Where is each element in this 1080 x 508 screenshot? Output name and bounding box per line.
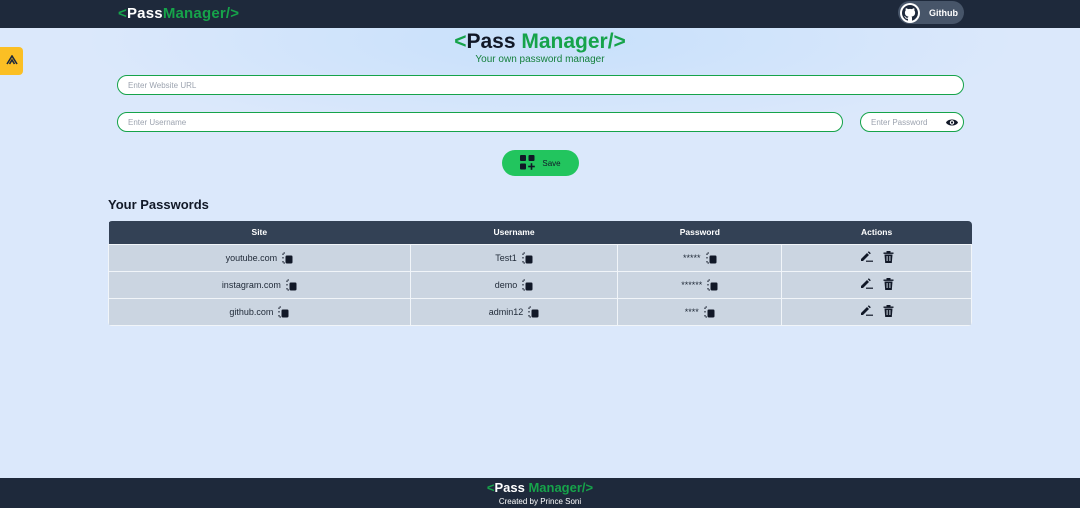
logo-manager: Manager/ <box>162 5 231 22</box>
username-text: demo <box>494 279 518 290</box>
navbar: < Pass Manager/ > Github <box>0 0 1080 28</box>
username-text: Test1 <box>495 252 517 263</box>
title-lt: < <box>454 30 467 53</box>
username-placeholder: Enter Username <box>128 117 187 127</box>
cell-password: ****** <box>617 270 783 299</box>
website-url-input[interactable]: Enter Website URL <box>117 75 964 95</box>
table-header-row: Site Username Password Actions <box>108 221 972 244</box>
cell-actions <box>781 297 972 326</box>
github-icon <box>900 2 920 23</box>
github-button[interactable]: Github <box>898 1 964 24</box>
copy-icon[interactable] <box>704 305 715 318</box>
trash-icon[interactable] <box>883 250 894 265</box>
title-gt: > <box>613 30 626 53</box>
copy-icon[interactable] <box>522 251 533 264</box>
cell-password: **** <box>617 297 783 326</box>
column-password: Password <box>617 221 782 244</box>
trash-icon[interactable] <box>883 277 894 292</box>
github-label: Github <box>929 7 958 18</box>
password-input[interactable]: Enter Password <box>860 112 964 132</box>
table-row: instagram.com demo ****** <box>108 270 972 299</box>
column-actions: Actions <box>781 221 972 244</box>
cell-actions <box>781 243 972 272</box>
site-text: youtube.com <box>225 252 278 263</box>
logo-gt: > <box>230 5 240 22</box>
passwords-heading: Your Passwords <box>108 197 209 212</box>
cell-username: Test1 <box>409 243 619 272</box>
username-input[interactable]: Enter Username <box>117 112 843 132</box>
column-username: Username <box>410 221 618 244</box>
password-placeholder: Enter Password <box>871 117 928 127</box>
password-text: ***** <box>683 252 701 263</box>
cell-username: demo <box>409 270 619 299</box>
nav-logo[interactable]: < Pass Manager/ > <box>118 5 239 22</box>
title-manager: Manager/ <box>521 30 614 53</box>
edit-icon[interactable] <box>860 251 873 264</box>
copy-icon[interactable] <box>522 278 533 291</box>
page-subtitle: Your own password manager <box>475 54 605 65</box>
logo-lt: < <box>118 5 127 22</box>
cell-password: ***** <box>617 243 783 272</box>
username-text: admin12 <box>488 306 524 317</box>
cell-actions <box>781 270 972 299</box>
site-text: instagram.com <box>221 279 281 290</box>
copy-icon[interactable] <box>707 278 718 291</box>
add-grid-icon <box>520 154 536 172</box>
table-row: github.com admin12 **** <box>108 297 972 326</box>
save-label: Save <box>542 158 561 168</box>
website-url-placeholder: Enter Website URL <box>128 80 197 90</box>
copy-icon[interactable] <box>706 251 717 264</box>
title-pass: Pass <box>466 30 516 53</box>
cell-site: instagram.com <box>108 270 411 299</box>
column-site: Site <box>108 221 411 244</box>
footer-logo-gt: > <box>585 480 594 495</box>
logo-pass: Pass <box>126 5 163 22</box>
copy-icon[interactable] <box>286 278 297 291</box>
table-row: youtube.com Test1 ***** <box>108 243 972 272</box>
trash-icon[interactable] <box>883 304 894 319</box>
password-text: **** <box>684 306 699 317</box>
copy-icon[interactable] <box>282 251 293 264</box>
edit-icon[interactable] <box>860 305 873 318</box>
password-text: ****** <box>681 279 703 290</box>
page-title: <Pass Manager/> <box>0 30 1080 54</box>
footer-logo-manager: Manager/ <box>528 480 586 495</box>
footer: <Pass Manager/> Created by Prince Soni <box>0 478 1080 508</box>
copy-icon[interactable] <box>278 305 289 318</box>
edit-icon[interactable] <box>860 278 873 291</box>
passwords-table: Site Username Password Actions youtube.c… <box>108 221 972 326</box>
eye-icon[interactable] <box>945 117 959 128</box>
cell-username: admin12 <box>409 297 619 326</box>
copy-icon[interactable] <box>528 305 539 318</box>
footer-logo: <Pass Manager/> <box>0 480 1080 495</box>
footer-logo-pass: Pass <box>494 480 525 495</box>
site-text: github.com <box>229 306 274 317</box>
cell-site: youtube.com <box>108 243 411 272</box>
footer-credit: Created by Prince Soni <box>498 497 582 506</box>
cell-site: github.com <box>108 297 411 326</box>
save-button[interactable]: Save <box>502 150 579 176</box>
